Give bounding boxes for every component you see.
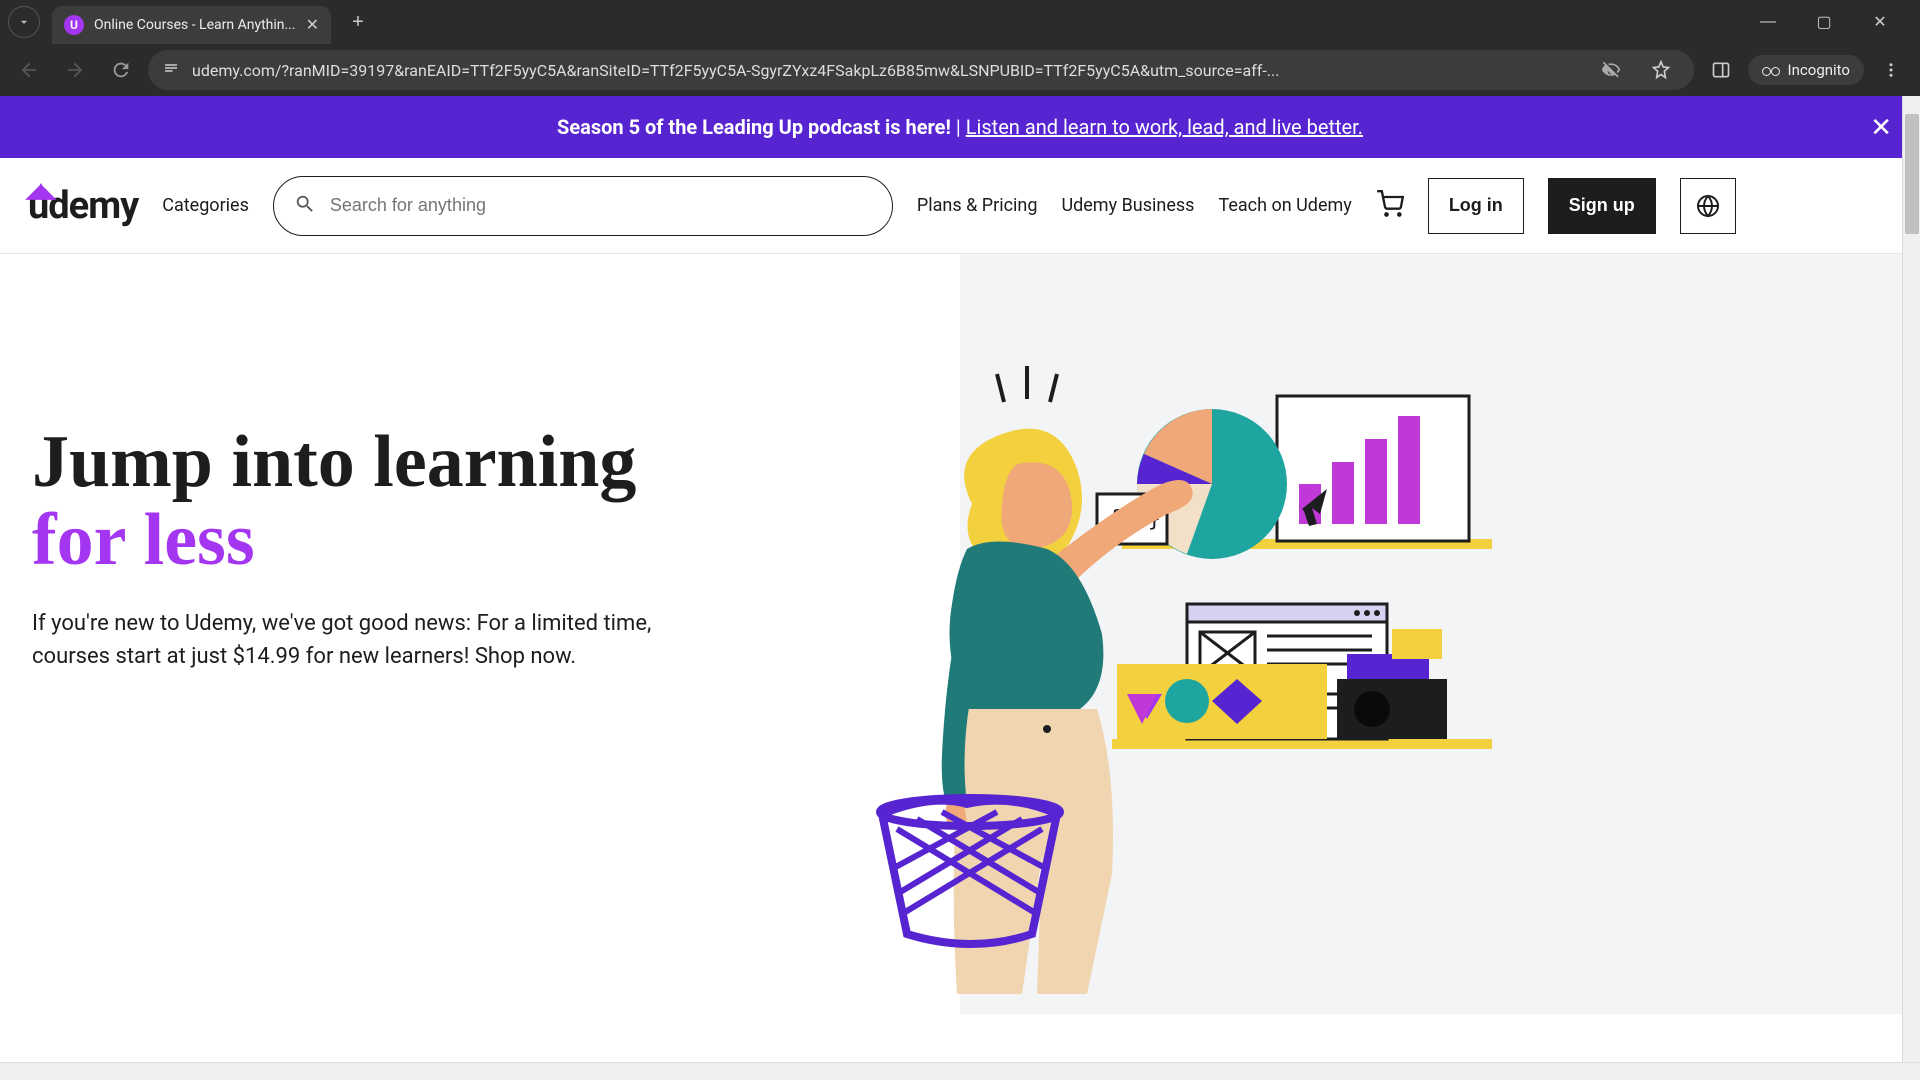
forward-button[interactable] xyxy=(56,51,94,89)
search-input[interactable] xyxy=(330,195,872,216)
tab-title: Online Courses - Learn Anythin... xyxy=(94,17,296,33)
window-controls: — ▢ ✕ xyxy=(1752,6,1912,38)
hero-subtitle: If you're new to Udemy, we've got good n… xyxy=(32,607,652,673)
browser-toolbar: udemy.com/?ranMID=39197&ranEAID=TTf2F5yy… xyxy=(0,44,1920,96)
tab-close-button[interactable]: ✕ xyxy=(306,15,319,35)
hero-section: Jump into learning for less If you're ne… xyxy=(0,254,1920,1014)
cart-button[interactable] xyxy=(1376,190,1404,221)
scrollbar-thumb[interactable] xyxy=(1905,114,1919,234)
vertical-scrollbar[interactable] xyxy=(1902,96,1920,1062)
hero-illustration: {./} xyxy=(672,294,1920,1014)
new-tab-button[interactable]: + xyxy=(343,7,373,37)
hero-title-line1: Jump into learning xyxy=(32,421,636,503)
promo-banner: Season 5 of the Leading Up podcast is he… xyxy=(0,96,1920,158)
reload-button[interactable] xyxy=(102,51,140,89)
hero-text: Jump into learning for less If you're ne… xyxy=(32,294,672,1014)
tab-strip: U Online Courses - Learn Anythin... ✕ + … xyxy=(0,0,1920,44)
address-bar[interactable]: udemy.com/?ranMID=39197&ranEAID=TTf2F5yy… xyxy=(148,50,1694,90)
teach-link[interactable]: Teach on Udemy xyxy=(1218,195,1351,216)
site-info-icon[interactable] xyxy=(162,59,180,81)
illustration-svg: {./} xyxy=(792,354,1512,994)
globe-icon xyxy=(1696,194,1720,218)
tab-search-button[interactable] xyxy=(8,6,40,38)
language-button[interactable] xyxy=(1680,178,1736,234)
url-text: udemy.com/?ranMID=39197&ranEAID=TTf2F5yy… xyxy=(192,61,1580,80)
hero-title: Jump into learning for less xyxy=(32,424,672,579)
browser-tab[interactable]: U Online Courses - Learn Anythin... ✕ xyxy=(52,6,331,44)
udemy-business-link[interactable]: Udemy Business xyxy=(1061,195,1194,216)
eye-off-icon[interactable] xyxy=(1592,51,1630,89)
tab-favicon: U xyxy=(64,15,84,35)
page-content: Season 5 of the Leading Up podcast is he… xyxy=(0,96,1920,1080)
search-box[interactable] xyxy=(273,176,893,236)
categories-link[interactable]: Categories xyxy=(162,195,249,216)
maximize-button[interactable]: ▢ xyxy=(1808,6,1840,38)
site-header: ◢◣ ûdemy Categories Plans & Pricing Udem… xyxy=(0,158,1920,254)
browser-chrome: U Online Courses - Learn Anythin... ✕ + … xyxy=(0,0,1920,96)
login-button[interactable]: Log in xyxy=(1428,178,1524,234)
browser-menu-button[interactable] xyxy=(1872,51,1910,89)
minimize-button[interactable]: — xyxy=(1752,6,1784,38)
promo-close-button[interactable]: ✕ xyxy=(1870,112,1892,143)
udemy-logo[interactable]: ◢◣ ûdemy xyxy=(28,184,138,228)
bookmark-star-icon[interactable] xyxy=(1642,51,1680,89)
plans-pricing-link[interactable]: Plans & Pricing xyxy=(917,195,1038,216)
hero-title-accent: for less xyxy=(32,499,255,581)
horizontal-scrollbar[interactable] xyxy=(0,1062,1920,1080)
incognito-label: Incognito xyxy=(1788,61,1850,79)
search-icon xyxy=(294,193,316,219)
promo-separator: | xyxy=(956,115,966,139)
back-button[interactable] xyxy=(10,51,48,89)
close-window-button[interactable]: ✕ xyxy=(1864,6,1896,38)
signup-button[interactable]: Sign up xyxy=(1548,178,1656,234)
promo-bold-text: Season 5 of the Leading Up podcast is he… xyxy=(557,115,951,139)
logo-hat-icon: ◢◣ xyxy=(26,178,55,202)
side-panel-icon[interactable] xyxy=(1702,51,1740,89)
incognito-icon xyxy=(1762,64,1780,76)
incognito-badge[interactable]: Incognito xyxy=(1748,55,1864,85)
promo-link[interactable]: Listen and learn to work, lead, and live… xyxy=(966,115,1363,139)
